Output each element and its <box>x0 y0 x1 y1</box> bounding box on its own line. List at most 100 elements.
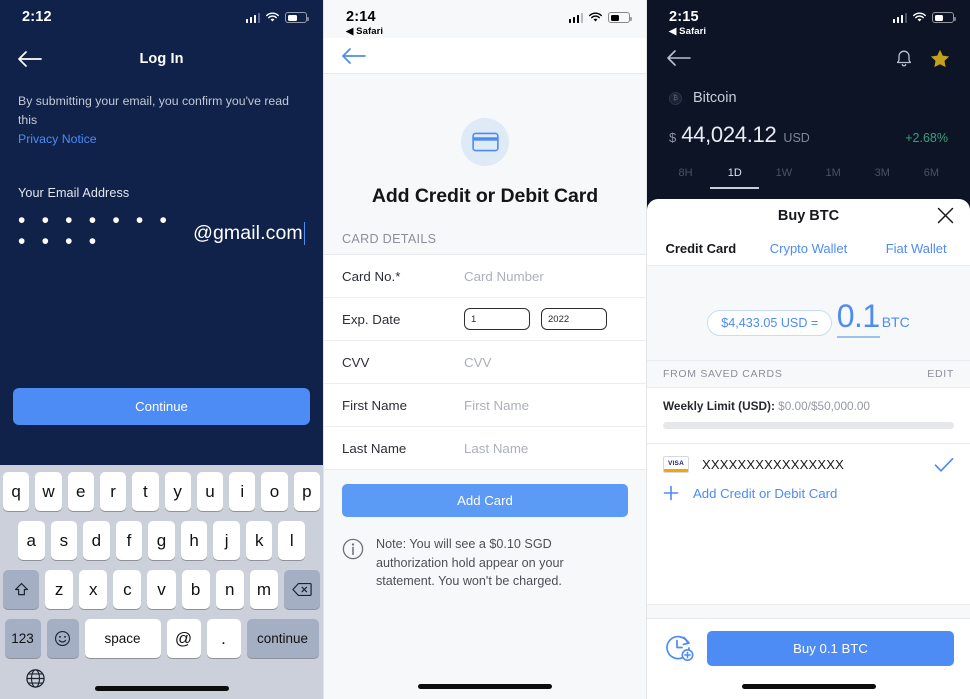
key-q[interactable]: q <box>3 472 30 511</box>
continue-button[interactable]: Continue <box>13 388 310 425</box>
card-number-input[interactable]: Card Number <box>464 269 544 284</box>
field-row-last-name[interactable]: Last Name Last Name <box>324 427 646 470</box>
tab-fiat-wallet[interactable]: Fiat Wallet <box>862 232 970 265</box>
weekly-limit-progress <box>663 422 954 429</box>
login-navbar: Log In <box>0 38 323 80</box>
price-row: $ 44,024.12 USD +2.68% <box>647 106 970 148</box>
check-icon <box>934 457 954 472</box>
key-i[interactable]: i <box>229 472 256 511</box>
timeframe-8h[interactable]: 8H <box>661 167 710 189</box>
period-key[interactable]: . <box>206 619 241 658</box>
return-key[interactable]: continue <box>246 619 319 658</box>
key-d[interactable]: d <box>83 521 110 560</box>
home-indicator <box>418 684 552 689</box>
credit-card-icon <box>471 132 499 152</box>
home-indicator <box>94 686 229 691</box>
key-u[interactable]: u <box>196 472 224 511</box>
key-x[interactable]: x <box>79 570 108 609</box>
field-row-first-name[interactable]: First Name First Name <box>324 384 646 427</box>
key-e[interactable]: e <box>67 472 94 511</box>
shift-key[interactable] <box>3 570 39 609</box>
status-bar: 2:12 <box>0 0 323 38</box>
status-time: 2:15 <box>669 9 699 25</box>
key-n[interactable]: n <box>215 570 244 609</box>
key-h[interactable]: h <box>180 521 208 560</box>
timeframe-1m[interactable]: 1M <box>809 167 858 189</box>
emoji-smiley-icon <box>54 630 71 647</box>
field-row-cvv[interactable]: CVV CVV <box>324 341 646 384</box>
key-c[interactable]: c <box>113 570 142 609</box>
tab-crypto-wallet[interactable]: Crypto Wallet <box>755 232 863 265</box>
back-to-app-label[interactable]: ◀ Safari <box>669 26 706 38</box>
timeframe-1d[interactable]: 1D <box>710 167 760 189</box>
bell-icon[interactable] <box>895 49 913 68</box>
wifi-icon <box>266 12 279 22</box>
sheet-title: Buy BTC <box>777 207 840 224</box>
sheet-spacer <box>647 604 970 618</box>
email-field-group: Your Email Address • • • • • • • • • • •… <box>0 186 323 254</box>
privacy-notice-link[interactable]: Privacy Notice <box>18 132 97 146</box>
key-w[interactable]: w <box>35 472 62 511</box>
add-card-button[interactable]: Add Card <box>342 484 628 517</box>
email-input[interactable]: • • • • • • • • • • • @gmail.com <box>18 210 305 254</box>
numbers-key[interactable]: 123 <box>4 619 41 658</box>
tab-credit-card[interactable]: Credit Card <box>647 232 755 265</box>
back-to-app-label[interactable]: ◀ Safari <box>346 26 383 38</box>
key-f[interactable]: f <box>115 521 143 560</box>
close-x-icon[interactable] <box>937 207 954 224</box>
at-key[interactable]: @ <box>166 619 201 658</box>
key-p[interactable]: p <box>293 472 320 511</box>
backspace-icon <box>292 583 312 596</box>
backspace-key[interactable] <box>283 570 320 609</box>
crypto-amount-input[interactable]: 0.1 BTC <box>836 298 910 338</box>
emoji-key[interactable] <box>46 619 79 658</box>
exp-year-input[interactable]: 2022 <box>541 308 607 330</box>
field-row-card-number[interactable]: Card No.* Card Number <box>324 255 646 298</box>
first-name-input[interactable]: First Name <box>464 398 529 413</box>
key-l[interactable]: l <box>278 521 306 560</box>
recurring-clock-icon[interactable] <box>663 631 695 663</box>
timeframe-1w[interactable]: 1W <box>759 167 808 189</box>
addcard-hero: Add Credit or Debit Card <box>324 74 646 208</box>
key-r[interactable]: r <box>99 472 127 511</box>
crypto-amount-value: 0.1 <box>836 298 880 338</box>
field-row-exp-date[interactable]: Exp. Date 1 2022 <box>324 298 646 341</box>
saved-card-row[interactable]: VISA XXXXXXXXXXXXXXXX <box>647 443 970 485</box>
key-k[interactable]: k <box>245 521 273 560</box>
key-v[interactable]: v <box>147 570 176 609</box>
key-o[interactable]: o <box>261 472 288 511</box>
key-b[interactable]: b <box>181 570 210 609</box>
back-arrow-icon[interactable] <box>667 49 693 67</box>
star-filled-icon[interactable] <box>930 49 950 68</box>
cvv-input[interactable]: CVV <box>464 355 491 370</box>
note-text: Note: You will see a $0.10 SGD authoriza… <box>376 537 564 589</box>
key-m[interactable]: m <box>249 570 278 609</box>
edit-cards-button[interactable]: EDIT <box>927 368 954 380</box>
key-g[interactable]: g <box>148 521 175 560</box>
addcard-navbar <box>324 38 646 74</box>
key-a[interactable]: a <box>17 521 45 560</box>
timeframe-selector: 8H 1D 1W 1M 3M 6M <box>647 148 970 189</box>
exp-month-input[interactable]: 1 <box>464 308 530 330</box>
back-arrow-icon[interactable] <box>342 47 368 65</box>
key-z[interactable]: z <box>45 570 74 609</box>
back-arrow-icon[interactable] <box>18 49 44 69</box>
timeframe-3m[interactable]: 3M <box>858 167 907 189</box>
key-y[interactable]: y <box>164 472 191 511</box>
space-key[interactable]: space <box>84 619 161 658</box>
last-name-input[interactable]: Last Name <box>464 441 528 456</box>
page-title: Add Credit or Debit Card <box>371 185 599 207</box>
home-indicator <box>741 684 876 689</box>
btc-navbar <box>647 38 970 78</box>
globe-icon <box>26 669 45 688</box>
buy-btc-button[interactable]: Buy 0.1 BTC <box>707 631 954 666</box>
fiat-amount-chip[interactable]: $4,433.05 USD = <box>707 310 833 336</box>
key-s[interactable]: s <box>50 521 78 560</box>
keyboard-row-3: z x c v b n m <box>3 570 320 609</box>
timeframe-6m[interactable]: 6M <box>907 167 956 189</box>
shift-up-icon <box>14 582 28 596</box>
key-t[interactable]: t <box>132 472 159 511</box>
add-credit-card-link[interactable]: Add Credit or Debit Card <box>663 485 970 515</box>
field-label: First Name <box>342 397 408 413</box>
key-j[interactable]: j <box>213 521 240 560</box>
